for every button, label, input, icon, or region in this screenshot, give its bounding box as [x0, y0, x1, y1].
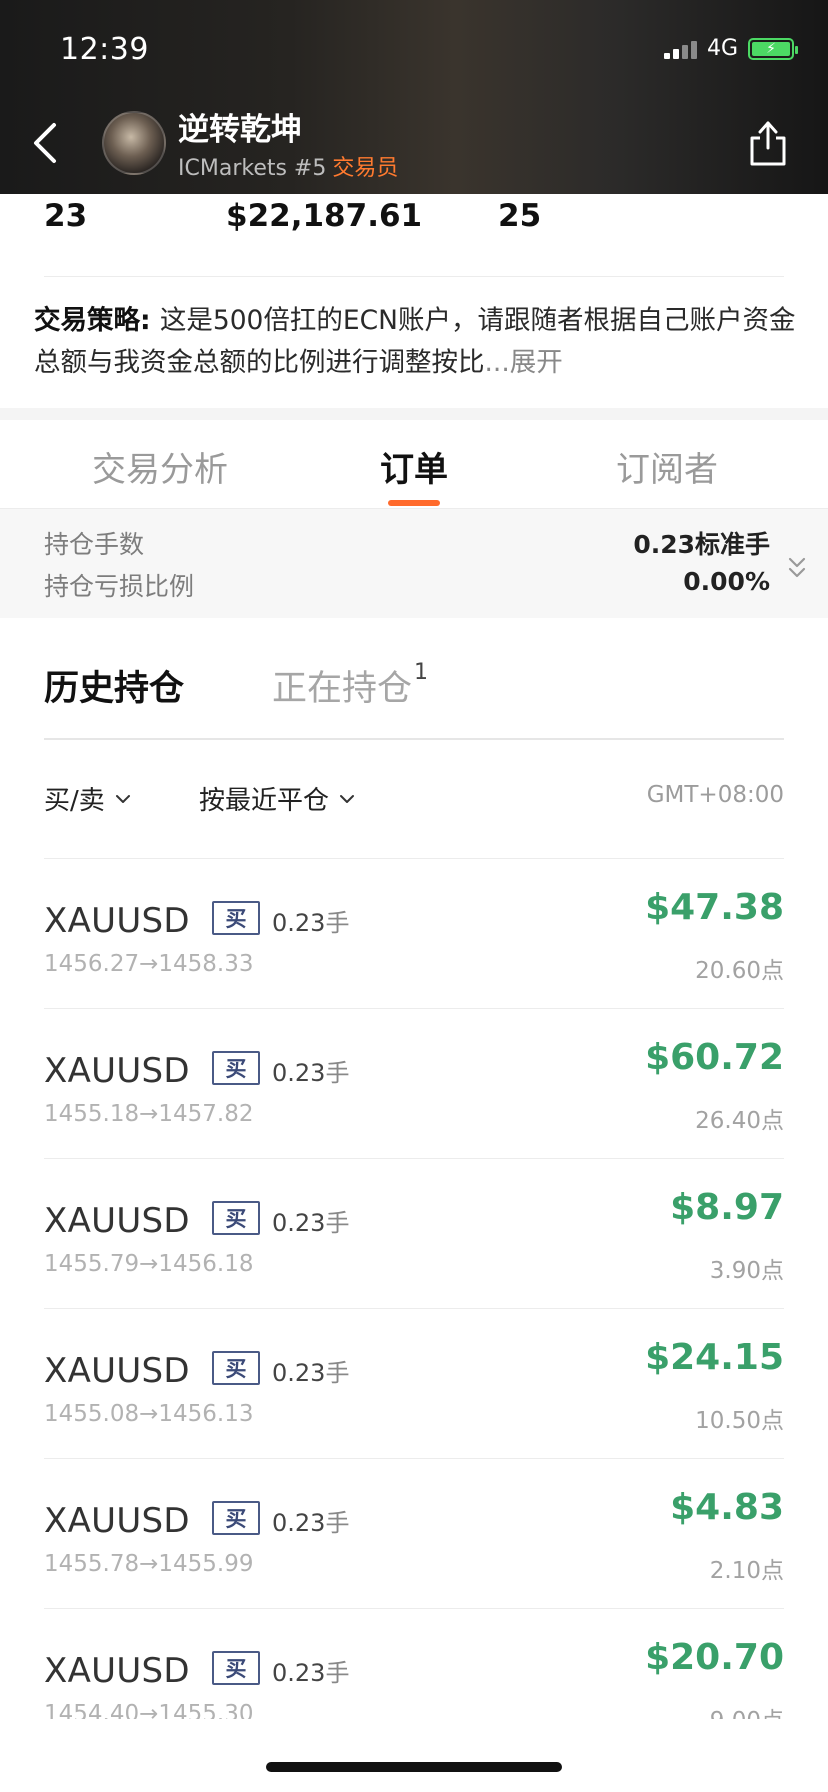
signal-icon [663, 39, 697, 59]
order-prices: 1455.08→1456.13 [44, 1401, 254, 1427]
order-prices: 1454.40→1455.30 [44, 1701, 254, 1719]
order-symbol: XAUUSD [44, 901, 190, 941]
order-prices: 1455.18→1457.82 [44, 1101, 254, 1127]
order-pnl: $24.15 [645, 1337, 784, 1378]
battery-icon: ⚡ [748, 37, 798, 60]
order-pips: 10.50点 [695, 1408, 784, 1434]
order-lots: 0.23手 [272, 1359, 350, 1387]
tab-open-positions[interactable]: 正在持仓1 [272, 660, 428, 711]
trader-subtitle: ICMarkets #5 交易员 [178, 150, 398, 182]
order-lots: 0.23手 [272, 1659, 350, 1687]
order-pnl: $8.97 [670, 1187, 784, 1228]
loss-ratio-value: 0.00% [683, 567, 770, 596]
expand-link[interactable]: 展开 [510, 347, 563, 378]
orders-list[interactable]: XAUUSD 买 0.23手 1456.27→1458.33 $47.38 20… [0, 859, 828, 1719]
order-pnl: $47.38 [645, 887, 784, 928]
order-row[interactable]: XAUUSD 买 0.23手 1455.79→1456.18 $8.97 3.9… [44, 1159, 784, 1309]
order-row[interactable]: XAUUSD 买 0.23手 1454.40→1455.30 $20.70 9.… [44, 1609, 784, 1719]
avatar[interactable] [102, 111, 166, 175]
chevron-left-icon [34, 123, 56, 163]
share-button[interactable] [746, 118, 790, 168]
order-lots: 0.23手 [272, 1209, 350, 1237]
open-positions-label: 正在持仓 [272, 669, 413, 709]
order-pnl: $60.72 [645, 1037, 784, 1078]
back-button[interactable] [26, 118, 62, 168]
tab-trade-analysis[interactable]: 交易分析 [92, 442, 228, 491]
position-tabs: 历史持仓 正在持仓1 [44, 640, 784, 740]
active-tab-indicator [388, 500, 440, 506]
stats-row: 23 $22,187.61 25 [44, 198, 784, 242]
section-separator [0, 408, 828, 420]
stat-value-3: 25 [498, 198, 542, 234]
order-symbol: XAUUSD [44, 1201, 190, 1241]
loss-ratio-label: 持仓亏损比例 [44, 572, 195, 601]
order-symbol: XAUUSD [44, 1351, 190, 1391]
order-lots: 0.23手 [272, 1059, 350, 1087]
order-row[interactable]: XAUUSD 买 0.23手 1455.78→1455.99 $4.83 2.1… [44, 1459, 784, 1609]
order-row[interactable]: XAUUSD 买 0.23手 1456.27→1458.33 $47.38 20… [44, 859, 784, 1009]
order-side-badge: 买 [212, 1651, 260, 1685]
stat-value-1: 23 [44, 198, 88, 234]
order-side-badge: 买 [212, 1051, 260, 1085]
order-pips: 20.60点 [695, 958, 784, 984]
timezone-label: GMT+08:00 [646, 782, 784, 808]
role-label: 交易员 [332, 156, 399, 181]
tab-orders[interactable]: 订单 [380, 442, 448, 491]
open-positions-count: 1 [414, 660, 429, 686]
network-label: 4G [706, 36, 738, 61]
chevron-down-icon [340, 794, 355, 803]
header: 12:39 4G ⚡ 逆转乾坤 ICMarkets #5 交易员 [0, 0, 828, 194]
broker-rank: ICMarkets #5 [178, 156, 327, 181]
order-pnl: $4.83 [670, 1487, 784, 1528]
home-indicator [266, 1762, 562, 1772]
filter-bar: 买/卖 按最近平仓 GMT+08:00 [44, 780, 784, 820]
tab-history-positions[interactable]: 历史持仓 [44, 660, 184, 711]
order-pips: 3.90点 [709, 1258, 784, 1284]
order-pnl: $20.70 [645, 1637, 784, 1678]
main-tabs: 交易分析 订单 订阅者 [34, 420, 794, 508]
expand-chevron-icon[interactable] [786, 555, 808, 581]
position-summary[interactable]: 持仓手数 0.23标准手 持仓亏损比例 0.00% [0, 508, 828, 618]
lots-value: 0.23标准手 [633, 530, 770, 559]
order-side-badge: 买 [212, 901, 260, 935]
order-symbol: XAUUSD [44, 1501, 190, 1541]
order-row[interactable]: XAUUSD 买 0.23手 1455.18→1457.82 $60.72 26… [44, 1009, 784, 1159]
status-bar-right: 4G ⚡ [663, 36, 798, 61]
order-side-badge: 买 [212, 1501, 260, 1535]
order-side-badge: 买 [212, 1351, 260, 1385]
order-lots: 0.23手 [272, 1509, 350, 1537]
strategy-label: 交易策略: [34, 305, 160, 336]
order-pips: 9.00点 [710, 1701, 784, 1719]
chevron-down-icon [115, 794, 130, 803]
strategy-text: 交易策略: 这是500倍扛的ECN账户，请跟随者根据自己账户资金总额与我资金总额… [34, 300, 796, 384]
order-symbol: XAUUSD [44, 1651, 190, 1691]
order-prices: 1455.78→1455.99 [44, 1551, 254, 1577]
side-filter-label: 买/卖 [44, 786, 105, 816]
divider [44, 276, 784, 277]
stat-value-2: $22,187.61 [226, 198, 423, 234]
trader-name: 逆转乾坤 [178, 112, 302, 148]
order-row[interactable]: XAUUSD 买 0.23手 1455.08→1456.13 $24.15 10… [44, 1309, 784, 1459]
lots-label: 持仓手数 [44, 530, 145, 559]
order-prices: 1455.79→1456.18 [44, 1251, 254, 1277]
order-lots: 0.23手 [272, 909, 350, 937]
order-side-badge: 买 [212, 1201, 260, 1235]
share-icon [750, 121, 786, 166]
order-prices: 1456.27→1458.33 [44, 951, 254, 977]
strategy-ellipsis: ... [484, 347, 510, 378]
sort-dropdown[interactable]: 按最近平仓 [199, 780, 355, 817]
sort-label: 按最近平仓 [199, 786, 330, 816]
order-symbol: XAUUSD [44, 1051, 190, 1091]
status-time: 12:39 [60, 32, 149, 67]
order-pips: 26.40点 [695, 1108, 784, 1134]
divider [44, 738, 784, 740]
side-filter-dropdown[interactable]: 买/卖 [44, 780, 131, 817]
tab-subscribers[interactable]: 订阅者 [616, 442, 718, 491]
order-pips: 2.10点 [709, 1558, 784, 1584]
